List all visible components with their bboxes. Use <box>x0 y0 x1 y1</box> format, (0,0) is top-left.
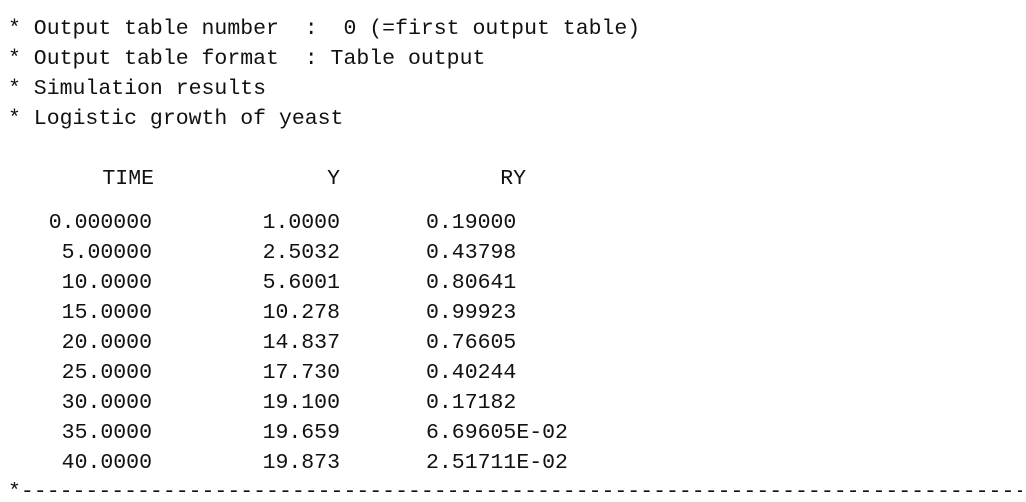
cell-ry: 0.43798 <box>426 241 517 265</box>
cell-y: 19.873 <box>262 451 340 475</box>
top-rule: *---------------------------------------… <box>8 0 1022 8</box>
cell-ry: 6.69605E-02 <box>426 421 568 445</box>
cell-y: 5.6001 <box>262 271 340 295</box>
column-header-y: Y <box>327 167 340 191</box>
header-line-table-format: * Output table format : Table output <box>8 47 486 71</box>
cell-y: 14.837 <box>262 331 340 355</box>
cell-time: 10.0000 <box>61 271 152 295</box>
header-line-simulation-results: * Simulation results <box>8 77 267 101</box>
cell-time: 25.0000 <box>61 361 152 385</box>
cell-y: 2.5032 <box>262 241 340 265</box>
cell-y: 17.730 <box>262 361 340 385</box>
cell-time: 40.0000 <box>61 451 152 475</box>
cell-time: 5.00000 <box>61 241 152 265</box>
cell-time: 35.0000 <box>61 421 152 445</box>
header-line-model-title: * Logistic growth of yeast <box>8 107 344 131</box>
cell-time: 0.000000 <box>48 211 152 235</box>
cell-time: 20.0000 <box>61 331 152 355</box>
cell-ry: 0.99923 <box>426 301 517 325</box>
column-header-ry: RY <box>500 167 526 191</box>
cell-ry: 0.40244 <box>426 361 517 385</box>
cell-y: 10.278 <box>262 301 340 325</box>
column-header-time: TIME <box>102 167 154 191</box>
cell-y: 19.100 <box>262 391 340 415</box>
cell-time: 15.0000 <box>61 301 152 325</box>
cell-ry: 2.51711E-02 <box>426 451 568 475</box>
cell-ry: 0.80641 <box>426 271 517 295</box>
cell-ry: 0.76605 <box>426 331 517 355</box>
cell-y: 1.0000 <box>262 211 340 235</box>
bottom-rule: *---------------------------------------… <box>8 482 1022 502</box>
cell-time: 30.0000 <box>61 391 152 415</box>
cell-ry: 0.17182 <box>426 391 517 415</box>
header-line-table-number: * Output table number : 0 (=first output… <box>8 17 641 41</box>
cell-y: 19.659 <box>262 421 340 445</box>
cell-ry: 0.19000 <box>426 211 517 235</box>
